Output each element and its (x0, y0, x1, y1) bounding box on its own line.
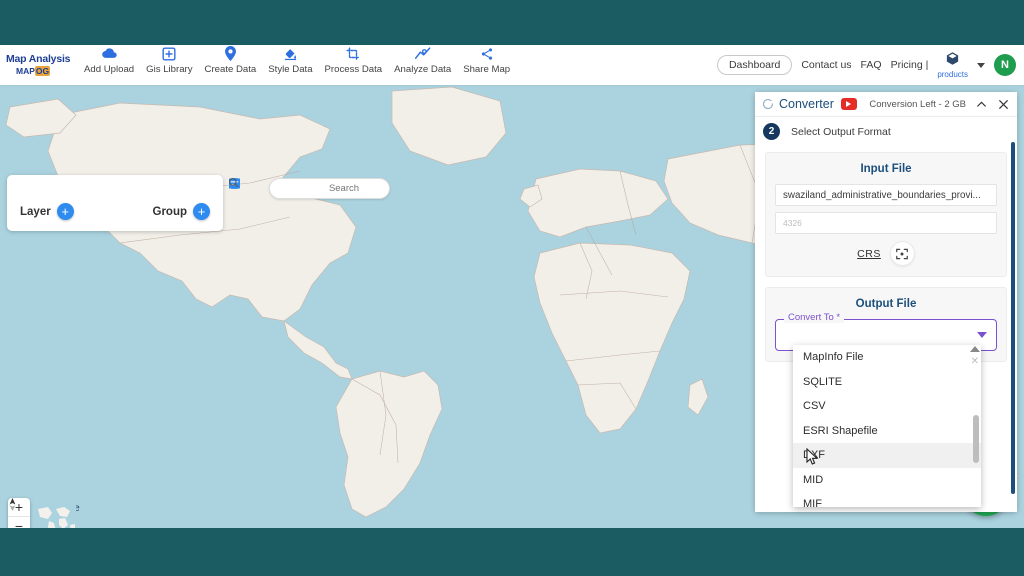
chevron-down-icon[interactable] (977, 62, 985, 68)
app-header: Map Analysis MAPOG Add Upload Gis Librar… (0, 45, 1024, 85)
header-right-group: Dashboard Contact us FAQ Pricing | produ… (716, 51, 1024, 79)
brand-subtitle: MAPOG (16, 66, 78, 76)
input-file-title: Input File (860, 163, 912, 175)
dropdown-option-mid[interactable]: MID (793, 468, 981, 493)
map-search-box[interactable] (229, 178, 410, 199)
dropdown-option-dxf[interactable]: DXF (793, 443, 981, 468)
step-label: Select Output Format (791, 125, 891, 138)
add-group-button[interactable]: + (193, 203, 210, 220)
nav-item-gis-library[interactable]: Gis Library (140, 45, 198, 75)
faq-link[interactable]: FAQ (861, 59, 882, 71)
converter-header: Converter Conversion Left - 2 GB (755, 92, 1017, 117)
brand-title: Map Analysis (6, 53, 71, 65)
nav-label: Analyze Data (394, 64, 452, 75)
input-crs-field[interactable]: 4326 (775, 212, 997, 234)
map-type-control: Map Type (36, 503, 80, 528)
add-layer-button[interactable]: + (56, 203, 74, 220)
dropdown-option-list: MapInfo File SQLITE CSV ESRI Shapefile D… (793, 345, 981, 507)
converter-scrollbar[interactable] (1011, 142, 1015, 494)
map-zoom-controls: + − (8, 498, 30, 528)
step-number-badge: 2 (763, 123, 780, 140)
process-crop-icon (346, 45, 360, 62)
chevron-up-icon[interactable] (975, 98, 988, 111)
refresh-circle-icon[interactable] (762, 98, 774, 110)
map-type-thumbnail[interactable] (36, 503, 76, 528)
dropdown-option-mapinfo-file[interactable]: MapInfo File (793, 345, 981, 370)
contact-us-link[interactable]: Contact us (801, 59, 851, 71)
nav-item-add-upload[interactable]: Add Upload (78, 45, 140, 75)
nav-item-style-data[interactable]: Style Data (262, 45, 318, 75)
brand-og-text: OG (34, 66, 51, 76)
brand-logo[interactable]: Map Analysis MAPOG (0, 54, 78, 76)
paint-bucket-icon (283, 45, 298, 62)
conversion-left-label: Conversion Left - 2 GB (869, 98, 966, 110)
nav-item-process-data[interactable]: Process Data (319, 45, 389, 75)
input-file-card: Input File swaziland_administrative_boun… (765, 152, 1007, 277)
zoom-out-button[interactable]: − (8, 517, 30, 528)
main-nav: Add Upload Gis Library Create Data Style… (78, 45, 516, 85)
products-box-icon (945, 51, 960, 71)
nav-item-share-map[interactable]: Share Map (457, 45, 516, 75)
brand-map-text: MAP (16, 66, 35, 76)
nav-label: Add Upload (84, 64, 135, 75)
youtube-play-icon[interactable] (840, 98, 857, 110)
layer-panel: Layer + Group + (7, 175, 223, 231)
nav-label: Process Data (324, 64, 383, 75)
dropdown-option-mif[interactable]: MIF (793, 492, 981, 507)
nav-label: Share Map (463, 64, 511, 75)
avatar[interactable]: N (994, 54, 1016, 76)
analyze-chart-icon (414, 45, 431, 62)
pricing-link[interactable]: Pricing | (891, 59, 929, 71)
convert-to-legend: Convert To * (784, 312, 845, 323)
converter-step-row: 2 Select Output Format (755, 117, 1017, 146)
cloud-upload-icon (101, 45, 117, 62)
dropdown-scrollbar-thumb[interactable] (973, 415, 979, 463)
input-file-name-field[interactable]: swaziland_administrative_boundaries_prov… (775, 184, 997, 206)
converter-panel: Converter Conversion Left - 2 GB 2 Selec… (755, 92, 1017, 512)
convert-to-dropdown: MapInfo File SQLITE CSV ESRI Shapefile D… (793, 345, 981, 507)
crs-link[interactable]: CRS (857, 248, 881, 260)
map-pin-icon (224, 45, 236, 62)
dropdown-option-esri-shapefile[interactable]: ESRI Shapefile (793, 419, 981, 444)
bottom-teal-band (0, 528, 1024, 576)
crs-row: CRS (775, 241, 997, 266)
products-menu[interactable]: products (937, 51, 968, 79)
top-teal-band (0, 0, 1024, 45)
layer-label: Layer (20, 205, 51, 218)
nav-label: Create Data (204, 64, 257, 75)
dashboard-button[interactable]: Dashboard (716, 55, 793, 75)
close-icon[interactable] (997, 98, 1010, 111)
map-toolbar (228, 177, 410, 200)
plus-box-icon (162, 45, 176, 62)
dropdown-option-csv[interactable]: CSV (793, 394, 981, 419)
products-label: products (937, 70, 968, 79)
nav-label: Style Data (268, 64, 313, 75)
nav-label: Gis Library (146, 64, 193, 75)
share-icon (480, 45, 494, 62)
crs-target-icon[interactable] (889, 241, 915, 266)
search-input[interactable] (278, 183, 410, 194)
group-label: Group (152, 205, 188, 218)
app-root: Map Analysis MAPOG Add Upload Gis Librar… (0, 0, 1024, 576)
dropdown-option-sqlite[interactable]: SQLITE (793, 370, 981, 395)
chevron-down-icon[interactable] (977, 332, 987, 338)
converter-title: Converter (779, 97, 834, 111)
nav-item-create-data[interactable]: Create Data (199, 45, 263, 75)
nav-item-analyze-data[interactable]: Analyze Data (388, 45, 457, 75)
layer-panel-row: Layer + Group + (7, 203, 223, 231)
output-file-title: Output File (855, 298, 917, 310)
